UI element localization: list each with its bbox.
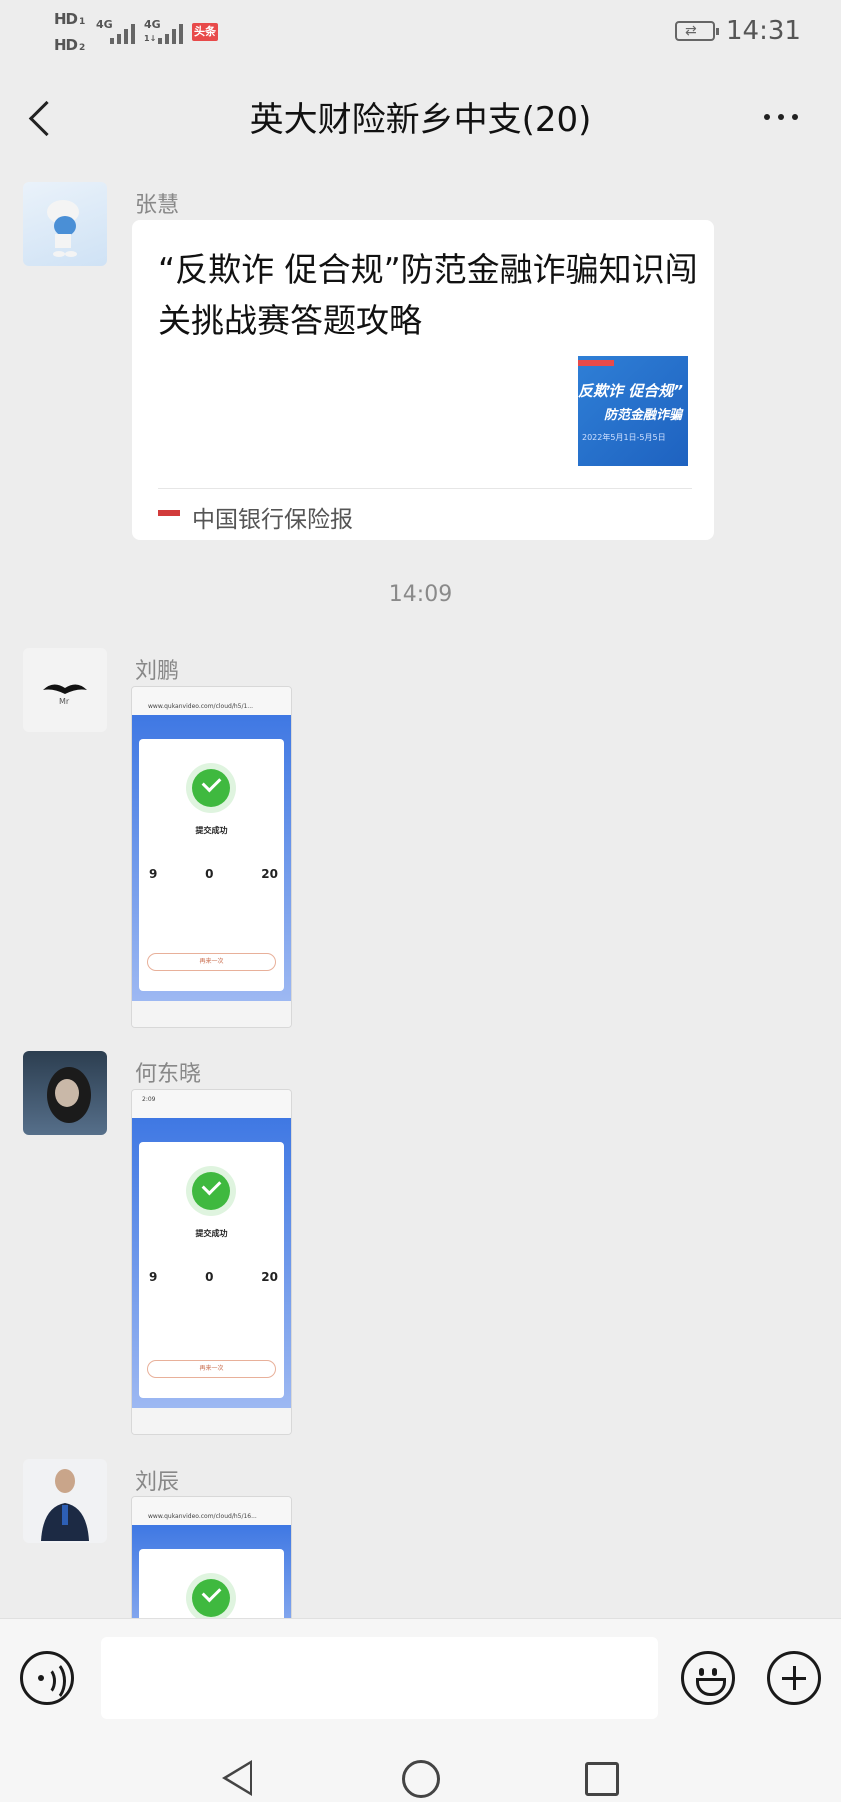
- photo-avatar-image: [47, 1067, 91, 1123]
- title-bar: 英大财险新乡中支(20): [0, 66, 841, 170]
- clock: 14:31: [726, 16, 801, 46]
- avatar[interactable]: [23, 1459, 107, 1543]
- suit-avatar-image: [41, 1469, 89, 1541]
- status-bar: HD 1 HD 2 4G 4G 1↓ 头条 ⇄ 14:31: [0, 0, 841, 66]
- sender-name: 刘鹏: [135, 659, 180, 684]
- image-message[interactable]: www.qukanvideo.com/cloud/h5/1... 提交成功 90…: [131, 686, 292, 1028]
- avatar[interactable]: [23, 182, 107, 266]
- divider: [158, 488, 692, 489]
- signal-icon-2: 4G 1↓: [144, 18, 188, 44]
- emoji-icon[interactable]: [681, 1651, 735, 1705]
- link-card-title: “反欺诈 促合规”防范金融诈骗知识闯关挑战赛答题攻略: [158, 250, 698, 340]
- nav-home-icon[interactable]: [402, 1760, 440, 1798]
- avatar[interactable]: Mr: [23, 648, 107, 732]
- toutiao-badge: 头条: [192, 23, 218, 41]
- timestamp: 14:09: [388, 582, 453, 607]
- hd1-indicator: HD 1: [54, 10, 85, 28]
- link-card-source: 中国银行保险报: [192, 507, 353, 533]
- avatar[interactable]: [23, 1051, 107, 1135]
- check-icon: [192, 1172, 230, 1210]
- sender-name: 何东晓: [135, 1062, 202, 1087]
- system-nav-bar: [0, 1742, 841, 1802]
- input-bar: [0, 1618, 841, 1743]
- smurf-avatar-image: [47, 200, 79, 257]
- check-icon: [192, 769, 230, 807]
- hd2-indicator: HD 2: [54, 36, 85, 54]
- battery-icon: ⇄: [675, 21, 719, 41]
- message-input[interactable]: [101, 1637, 658, 1719]
- image-message[interactable]: 2:09 提交成功 9 0 20 再来一次: [131, 1089, 292, 1435]
- nav-recents-icon[interactable]: [585, 1762, 619, 1796]
- more-dots-icon[interactable]: [764, 114, 798, 120]
- sender-name: 张慧: [135, 193, 180, 218]
- voice-icon[interactable]: [20, 1651, 74, 1705]
- signal-icon: 4G: [96, 18, 140, 44]
- source-logo-icon: [158, 510, 180, 516]
- sender-name: 刘辰: [135, 1470, 180, 1495]
- link-card[interactable]: “反欺诈 促合规”防范金融诈骗知识闯关挑战赛答题攻略 反欺诈 促合规” 防范金融…: [132, 220, 714, 540]
- mustache-avatar-image: Mr: [43, 684, 87, 706]
- link-card-thumbnail: 反欺诈 促合规” 防范金融诈骗 2022年5月1日-5月5日: [578, 356, 688, 466]
- nav-back-icon[interactable]: [222, 1760, 252, 1796]
- svg-text:Mr: Mr: [59, 697, 70, 706]
- chat-title: 英大财险新乡中支(20): [249, 100, 592, 140]
- check-icon: [192, 1579, 230, 1617]
- plus-icon[interactable]: [767, 1651, 821, 1705]
